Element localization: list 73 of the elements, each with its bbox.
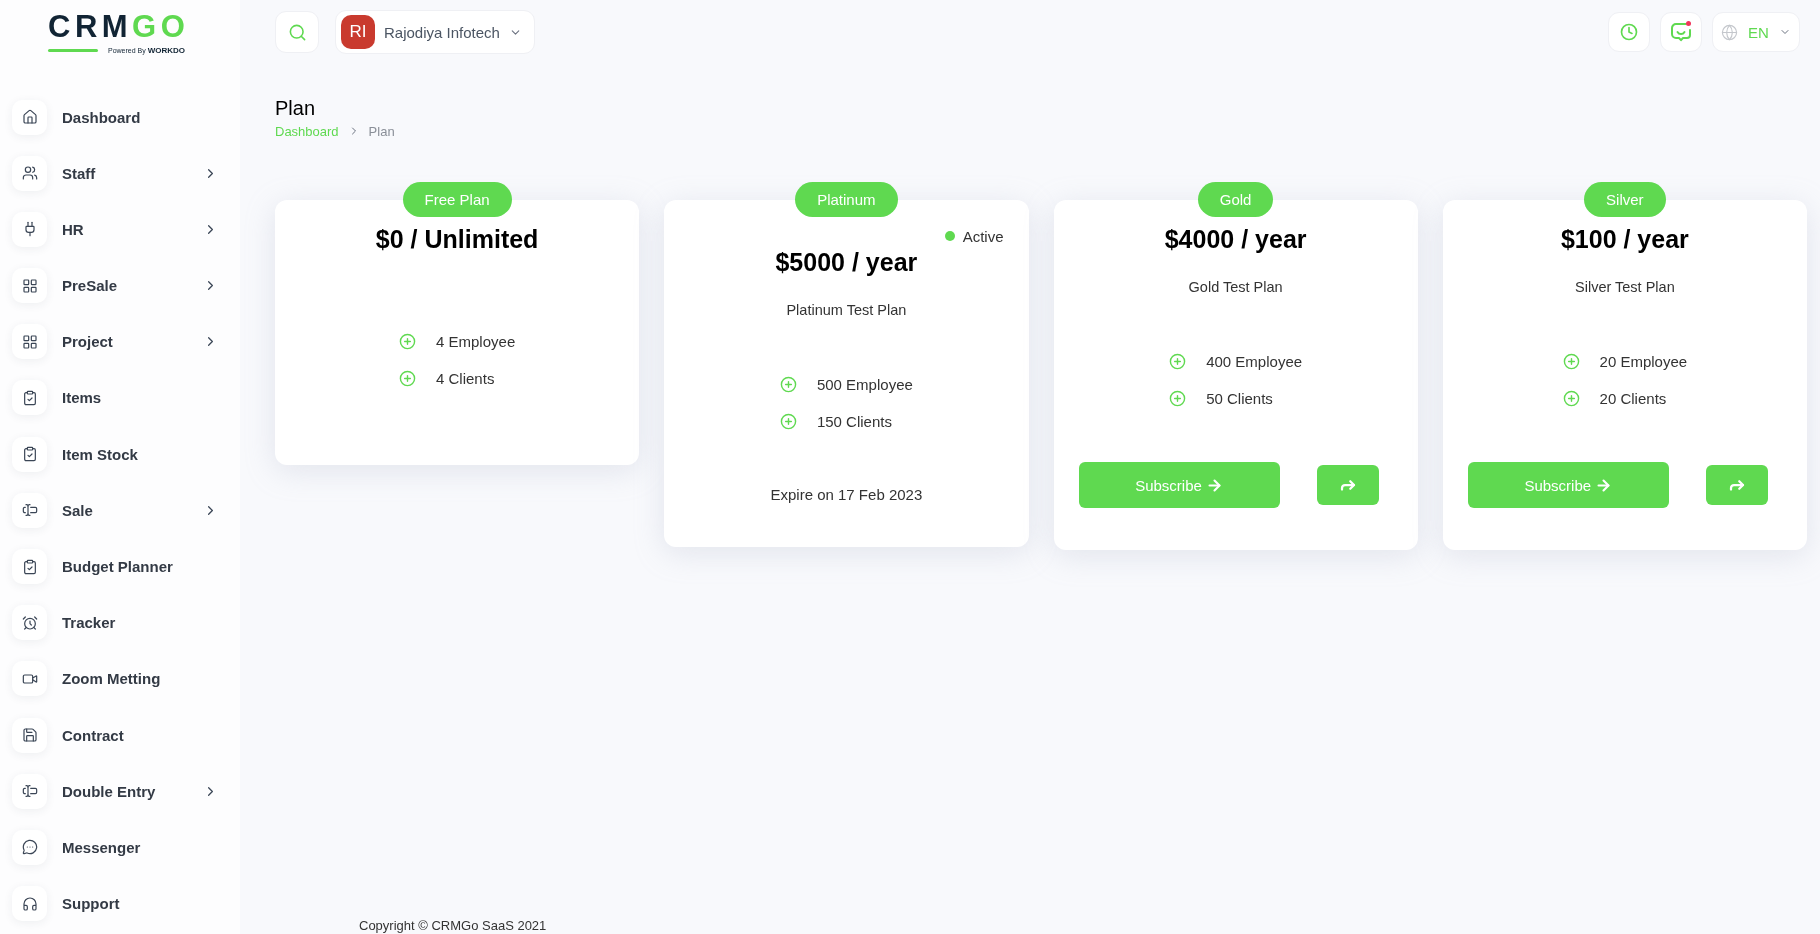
search-icon (287, 22, 307, 42)
sidebar-item[interactable]: Contract (12, 711, 240, 760)
sidebar-item[interactable]: PreSale (12, 261, 240, 310)
feature-text: 20 Clients (1599, 390, 1667, 407)
video-camera-icon (12, 661, 47, 697)
plan-badge: Free Plan (402, 182, 512, 217)
sidebar-item[interactable]: Tracker (12, 598, 240, 647)
sidebar-item[interactable]: Items (12, 373, 240, 422)
plus-circle-icon (1169, 353, 1187, 370)
company-avatar: RI (341, 15, 375, 49)
breadcrumb-current-page: Plan (368, 123, 395, 139)
page-title: Plan (275, 96, 316, 120)
plug-icon (12, 211, 47, 247)
users-icon (12, 155, 47, 191)
sidebar-item[interactable]: Zoom Metting (12, 654, 240, 703)
text-cursor-icon (12, 773, 47, 809)
grid-icon (12, 268, 47, 304)
headphones-icon (12, 886, 47, 922)
chat-button[interactable] (1660, 12, 1702, 52)
plan-badge: Gold (1197, 182, 1274, 217)
plus-circle-icon (779, 376, 797, 393)
plus-circle-icon (779, 413, 797, 430)
logo-wordmark: CRM GO (48, 11, 190, 42)
clipboard-check-icon (12, 436, 47, 472)
status-label: Active (962, 227, 1004, 245)
copyright-text: Copyright © CRMGo SaaS 2021 (359, 918, 547, 934)
plan-description: Platinum Test Plan (786, 301, 907, 320)
feature-text: 4 Clients (436, 370, 495, 387)
sidebar-item[interactable]: Item Stock (12, 430, 240, 479)
plan-description: Silver Test Plan (1575, 278, 1675, 297)
sidebar-item[interactable]: Messenger (12, 823, 240, 872)
sidebar-item[interactable]: Budget Planner (12, 542, 240, 591)
sidebar-item[interactable]: HR (12, 205, 240, 254)
clipboard-check-icon (12, 549, 47, 584)
sidebar-item[interactable]: Sale (12, 486, 240, 535)
search-button[interactable] (275, 11, 319, 53)
home-icon (12, 99, 47, 135)
clock-button[interactable] (1608, 12, 1650, 52)
plus-circle-icon (399, 370, 416, 387)
feature-text: 50 Clients (1206, 390, 1273, 407)
chat-bubble-icon (12, 829, 47, 865)
plus-circle-icon (399, 333, 416, 350)
feature-text: 4 Employee (436, 333, 516, 350)
feature-text: 150 Clients (816, 413, 892, 430)
grid-icon (12, 324, 47, 360)
sidebar-item[interactable]: Support (12, 879, 240, 928)
plan-price: $0 / Unlimited (375, 224, 539, 255)
feature-text: 400 Employee (1206, 353, 1303, 370)
feature-text: 20 Employee (1599, 353, 1688, 370)
alarm-clock-icon (12, 605, 47, 641)
plan-price: $4000 / year (1164, 224, 1307, 255)
share-button[interactable] (1316, 465, 1379, 505)
text-cursor-icon (12, 492, 47, 528)
plan-badge: Platinum (795, 182, 898, 217)
company-dropdown[interactable]: RI Rajodiya Infotech (335, 10, 535, 54)
plus-circle-icon (1562, 390, 1580, 407)
sidebar-item[interactable]: Dashboard (12, 93, 240, 141)
plus-circle-icon (1562, 353, 1580, 370)
globe-icon (1721, 23, 1739, 41)
clipboard-check-icon (12, 380, 47, 416)
sidebar-item[interactable]: Project (12, 317, 240, 366)
plan-price: $5000 / year (775, 247, 918, 278)
expiry-date-text: Expire on 17 Feb 2023 (770, 485, 923, 505)
chat-bubble-icon (1671, 22, 1691, 42)
sidebar-item[interactable]: Staff (12, 149, 240, 198)
plan-badge: Silver (1584, 182, 1666, 217)
share-button[interactable] (1705, 465, 1768, 505)
plan-price: $100 / year (1560, 224, 1689, 255)
feature-text: 500 Employee (816, 376, 913, 393)
plus-circle-icon (1169, 390, 1187, 407)
clock-icon (1620, 23, 1638, 41)
sidebar-item[interactable]: Double Entry (12, 767, 240, 816)
plan-description: Gold Test Plan (1188, 278, 1283, 297)
